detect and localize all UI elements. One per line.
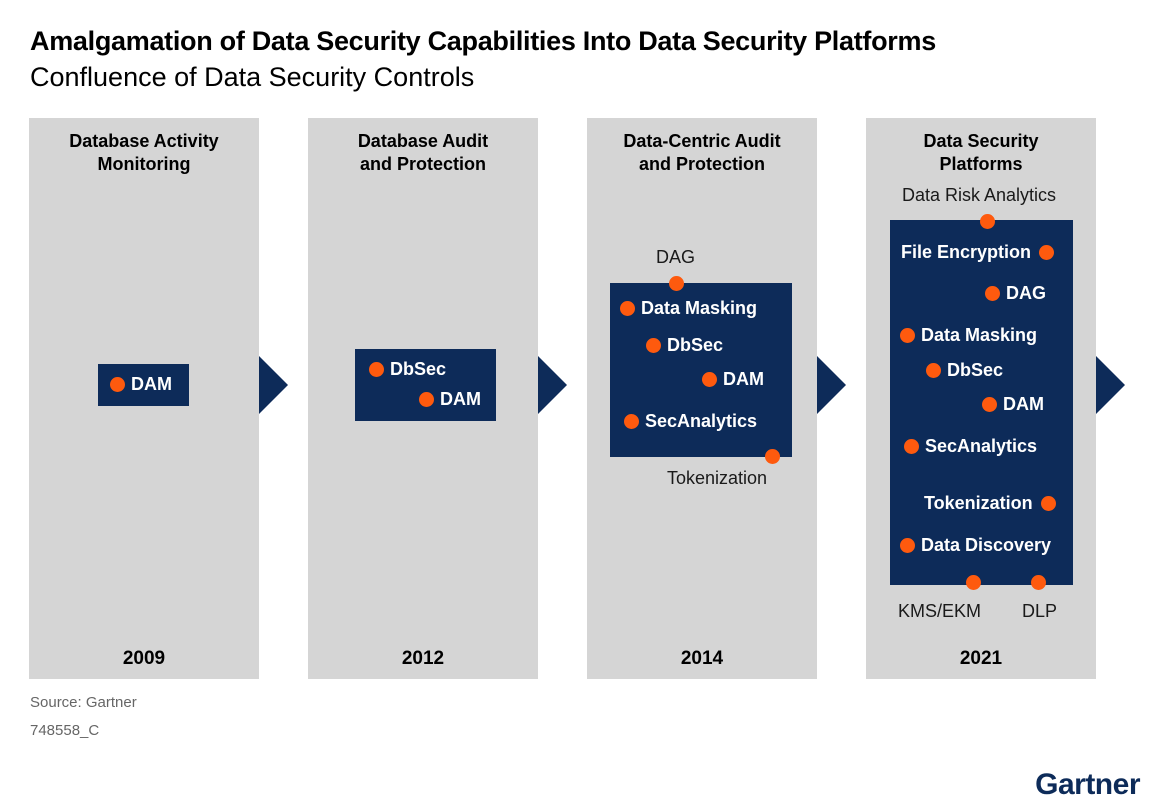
arrow-right-icon	[259, 356, 288, 414]
stage-title: Database Activity Monitoring	[69, 131, 219, 174]
capability-box: Data Masking DbSec DAM SecAnalytics	[610, 283, 792, 457]
dot-icon	[110, 377, 125, 392]
capability-label: File Encryption	[901, 242, 1032, 262]
capability-label: DbSec	[390, 359, 447, 379]
stage-year: 2012	[401, 648, 445, 669]
chart-title: Amalgamation of Data Security Capabiliti…	[30, 26, 936, 56]
capability-label: Data Discovery	[921, 535, 1052, 555]
dot-icon	[1039, 245, 1055, 260]
arrow-right-icon	[538, 356, 567, 414]
data-risk-analytics-dot-icon	[980, 214, 995, 229]
stage-2009-panel: Database Activity Monitoring DAM 2009	[29, 118, 259, 679]
capability-box: DbSec DAM	[355, 349, 496, 421]
capability-label: Data Masking	[641, 298, 758, 318]
dag-dot-icon	[669, 276, 684, 291]
dot-icon	[419, 392, 434, 407]
dot-icon	[982, 397, 997, 412]
gartner-logo: Gartner	[1035, 768, 1140, 801]
stage-title: Data-Centric Audit and Protection	[623, 131, 781, 174]
source-note: Source: Gartner	[30, 694, 137, 711]
stage-2012-panel: Database Audit and Protection DbSec DAM …	[308, 118, 538, 679]
dot-icon	[702, 372, 717, 387]
stage-2014-panel: Data-Centric Audit and Protection DAG Da…	[587, 118, 817, 679]
capability-label: DAG	[1006, 283, 1046, 303]
capability-label: DAM	[440, 389, 481, 409]
tokenization-dot-icon	[765, 449, 780, 464]
capability-label: DbSec	[667, 335, 724, 355]
capability-file-encryption: File Encryption	[901, 242, 1055, 263]
stage-title: Data Security Platforms	[923, 131, 1039, 174]
capability-label: Data Masking	[921, 325, 1038, 345]
capability-tokenization-label: Tokenization	[667, 468, 768, 488]
dot-icon	[904, 439, 919, 454]
capability-kms-ekm-label: KMS/EKM	[898, 601, 982, 621]
arrow-right-icon	[817, 356, 846, 414]
dot-icon	[985, 286, 1000, 301]
dot-icon	[926, 363, 941, 378]
dot-icon	[620, 301, 635, 316]
capability-label: DAM	[1003, 394, 1044, 414]
capability-dlp-label: DLP	[1022, 601, 1058, 621]
capability-label: SecAnalytics	[645, 411, 758, 431]
capability-tokenization: Tokenization	[924, 493, 1056, 514]
capability-label: Tokenization	[924, 493, 1033, 513]
stage-year: 2021	[959, 648, 1003, 669]
stage-title: Database Audit and Protection	[357, 131, 489, 174]
capability-data-risk-analytics-label: Data Risk Analytics	[902, 185, 1057, 205]
arrow-right-icon	[1096, 356, 1125, 414]
stage-year: 2009	[122, 648, 166, 669]
capability-label: DAM	[131, 374, 172, 394]
capability-dbsec: DbSec	[646, 335, 723, 356]
capability-dbsec: DbSec	[926, 360, 1003, 381]
capability-dag: DAG	[985, 283, 1046, 304]
capability-label: DbSec	[947, 360, 1004, 380]
dot-icon	[624, 414, 639, 429]
capability-box: DAM	[98, 364, 189, 406]
chart-subtitle: Confluence of Data Security Controls	[30, 62, 475, 92]
capability-secanalytics: SecAnalytics	[904, 436, 1037, 457]
dot-icon	[1040, 496, 1056, 511]
dlp-dot-icon	[1031, 575, 1046, 590]
stage-2021-panel: Data Security Platforms Data Risk Analyt…	[866, 118, 1096, 679]
capability-dam: DAM	[419, 389, 481, 410]
capability-label: SecAnalytics	[925, 436, 1038, 456]
capability-dag-label: DAG	[656, 247, 696, 267]
capability-box: File Encryption DAG Data Masking DbSec D…	[890, 220, 1073, 585]
kms-ekm-dot-icon	[966, 575, 981, 590]
stage-year: 2014	[680, 648, 724, 669]
document-code: 748558_C	[30, 722, 100, 739]
capability-data-masking: Data Masking	[900, 325, 1037, 346]
dot-icon	[900, 328, 915, 343]
dot-icon	[369, 362, 384, 377]
dot-icon	[900, 538, 915, 553]
capability-label: DAM	[723, 369, 764, 389]
capability-dam: DAM	[110, 374, 172, 395]
capability-dam: DAM	[702, 369, 764, 390]
capability-dbsec: DbSec	[369, 359, 446, 380]
capability-dam: DAM	[982, 394, 1044, 415]
capability-data-discovery: Data Discovery	[900, 535, 1051, 556]
dot-icon	[646, 338, 661, 353]
capability-data-masking: Data Masking	[620, 298, 757, 319]
capability-secanalytics: SecAnalytics	[624, 411, 757, 432]
